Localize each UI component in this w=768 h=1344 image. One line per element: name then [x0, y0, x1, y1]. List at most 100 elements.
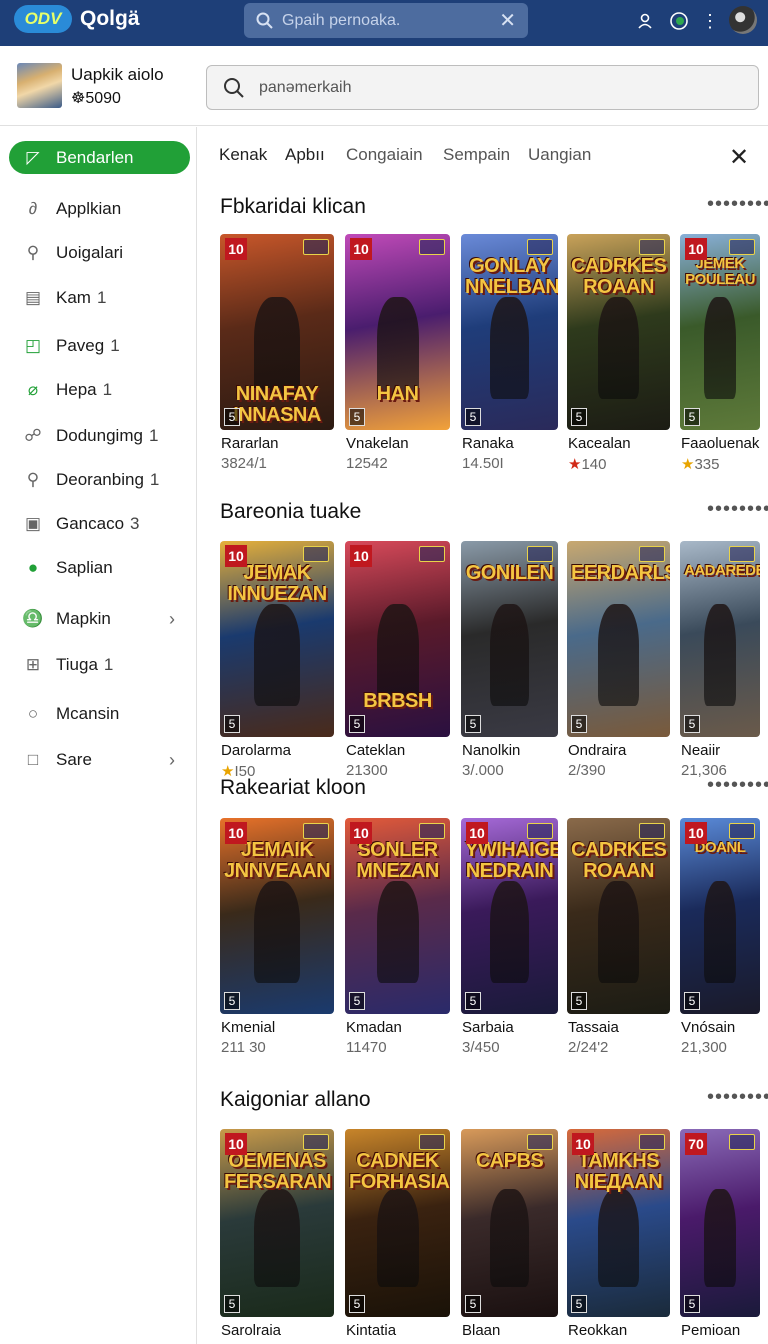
game-card[interactable]: Tamkhs Nieдaan 10 5 [567, 1129, 670, 1317]
game-card[interactable]: Ninafay Innasna 10 5 [220, 234, 334, 430]
game-title[interactable]: Nanolkin [462, 742, 520, 759]
sidebar-item-deoranbing[interactable]: ⚲ Deoranbing 1 [0, 462, 197, 498]
sidebar-item-paveg[interactable]: ◰ Paveg 1 [0, 328, 197, 364]
game-logo: Sonler Mnezan [356, 839, 439, 882]
game-title[interactable]: Kmadan [346, 1019, 402, 1036]
game-card[interactable]: Brbsh 10 5 [345, 541, 450, 737]
tab-congaiain[interactable]: Congaiain [346, 145, 423, 165]
game-title[interactable]: Tassaia [568, 1019, 619, 1036]
main-search-input[interactable]: panəmerkaih [206, 65, 759, 110]
game-card[interactable]: Cadrkes Roaan 5 [567, 234, 670, 430]
game-title[interactable]: Sarbaia [462, 1019, 514, 1036]
game-card[interactable]: Han 10 5 [345, 234, 450, 430]
game-card[interactable]: Doanl 10 5 [680, 818, 760, 1014]
game-title[interactable]: Darolarma [221, 742, 291, 759]
star-icon: ★ [681, 456, 695, 473]
tab-apbii[interactable]: Apbıı [285, 145, 325, 165]
rating-box-icon: 5 [349, 1295, 365, 1313]
game-card[interactable]: Gonilen 5 [461, 541, 558, 737]
sidebar-item-applkian[interactable]: ∂ Applkian [0, 191, 197, 227]
game-stat-value: 3824/1 [221, 455, 267, 472]
game-card[interactable]: Oemenas Fersaran 10 5 [220, 1129, 334, 1317]
chevron-right-icon[interactable]: › [169, 750, 175, 771]
tab-sempain[interactable]: Sempain [443, 145, 510, 165]
card-artwork [254, 880, 300, 983]
tab-uangian[interactable]: Uangian [528, 145, 591, 165]
sidebar-item-hepa[interactable]: ⌀ Hepa 1 [0, 372, 197, 408]
game-title[interactable]: Blaan [462, 1322, 500, 1339]
game-card[interactable]: Cadnek Forhasiaan 5 [345, 1129, 450, 1317]
people-icon: ☍ [24, 426, 42, 445]
publisher-tag-icon [419, 1134, 445, 1150]
game-card[interactable]: Ywihaige Nedrain 10 5 [461, 818, 558, 1014]
more-horiz-icon[interactable]: •••••••• [707, 1086, 768, 1109]
sidebar-item-tiuga[interactable]: ⊞ Tiuga 1 [0, 647, 197, 683]
game-card[interactable]: Capbs 5 [461, 1129, 558, 1317]
sidebar-item-gancaco[interactable]: ▣ Gancaco 3 [0, 506, 197, 542]
profile-avatar[interactable] [17, 63, 62, 108]
game-card[interactable]: Jemek Pouleau 10 5 [680, 234, 760, 430]
card-artwork [704, 1189, 736, 1287]
sidebar-item-saplian[interactable]: ● Saplian [0, 550, 197, 586]
more-horiz-icon[interactable]: •••••••• [707, 774, 768, 797]
rating-box-icon: 5 [684, 715, 700, 733]
profile-name: Uapkik aiolo [71, 65, 164, 84]
more-vert-icon[interactable]: ⋮ [699, 10, 721, 32]
more-horiz-icon[interactable]: •••••••• [707, 498, 768, 521]
game-title[interactable]: Reokkan [568, 1322, 627, 1339]
publisher-tag-icon [303, 823, 329, 839]
game-title[interactable]: Kmenial [221, 1019, 275, 1036]
more-horiz-icon[interactable]: •••••••• [707, 193, 768, 216]
game-card[interactable]: Aadaredeea 5 [680, 541, 760, 737]
publisher-tag-icon [639, 823, 665, 839]
age-rating-badge: 10 [350, 545, 372, 567]
game-title[interactable]: Neaiir [681, 742, 720, 759]
brand-logo[interactable]: ODV [14, 5, 72, 33]
age-rating-badge: 10 [685, 822, 707, 844]
game-title[interactable]: Kintatia [346, 1322, 396, 1339]
sidebar-item-bendarlen[interactable]: ◸ Bendarlen [9, 141, 190, 174]
game-card[interactable]: Eerdarls 5 [567, 541, 670, 737]
rating-box-icon: 5 [224, 715, 240, 733]
game-title[interactable]: Ranaka [462, 435, 514, 452]
sidebar-item-sare[interactable]: □ Sare › [0, 742, 197, 778]
chevron-right-icon[interactable]: › [169, 609, 175, 630]
game-title[interactable]: Ondraira [568, 742, 626, 759]
sidebar-item-mapkin[interactable]: ♎ Mapkin › [0, 601, 197, 637]
game-title[interactable]: Cateklan [346, 742, 405, 759]
game-title[interactable]: Rararlan [221, 435, 279, 452]
search-icon: ⚲ [26, 243, 40, 262]
sidebar-item-uoigalari[interactable]: ⚲ Uoigalari [0, 235, 197, 271]
bag-icon: ◰ [24, 336, 42, 355]
game-title[interactable]: Vnósain [681, 1019, 735, 1036]
user-icon[interactable] [634, 10, 656, 32]
game-stat: 3/450 [462, 1039, 500, 1056]
game-title[interactable]: Sarolraia [221, 1322, 281, 1339]
game-stat: 21,300 [681, 1039, 727, 1056]
top-app-bar: ODV Qolgä Gpaih pernoaka. ✕ ⋮ [0, 0, 768, 46]
game-card[interactable]: Sonler Mnezan 10 5 [345, 818, 450, 1014]
game-title[interactable]: Pemioan [681, 1322, 740, 1339]
game-title[interactable]: Kacealan [568, 435, 631, 452]
globe-icon[interactable] [668, 10, 690, 32]
game-card[interactable]: Jemak Innuezan 10 5 [220, 541, 334, 737]
search-icon [224, 77, 244, 98]
game-card[interactable]: Gonlay Nnelban 5 [461, 234, 558, 430]
top-search-bar[interactable]: Gpaih pernoaka. ✕ [244, 3, 528, 38]
game-title[interactable]: Faaoluenak [681, 435, 759, 452]
rating-box-icon: 5 [465, 408, 481, 426]
game-logo: Gonlay Nnelban [465, 255, 558, 298]
game-card[interactable]: 70 5 [680, 1129, 760, 1317]
clear-icon[interactable]: ✕ [499, 8, 516, 33]
game-card[interactable]: Cadrkes Roaan 5 [567, 818, 670, 1014]
sidebar-item-mcansin[interactable]: ○ Mcansin [0, 696, 197, 732]
account-avatar[interactable] [729, 6, 757, 34]
close-icon[interactable]: ✕ [729, 143, 749, 172]
sidebar-item-kam[interactable]: ▤ Kam 1 [0, 280, 197, 316]
game-card[interactable]: Jemaik Jnnveaan 10 5 [220, 818, 334, 1014]
tab-kenak[interactable]: Kenak [219, 145, 267, 165]
sidebar-item-dodungimg[interactable]: ☍ Dodungimg 1 [0, 418, 197, 454]
sidebar-item-label: Gancaco [56, 514, 125, 533]
game-title[interactable]: Vnakelan [346, 435, 409, 452]
square-icon: □ [27, 750, 39, 769]
